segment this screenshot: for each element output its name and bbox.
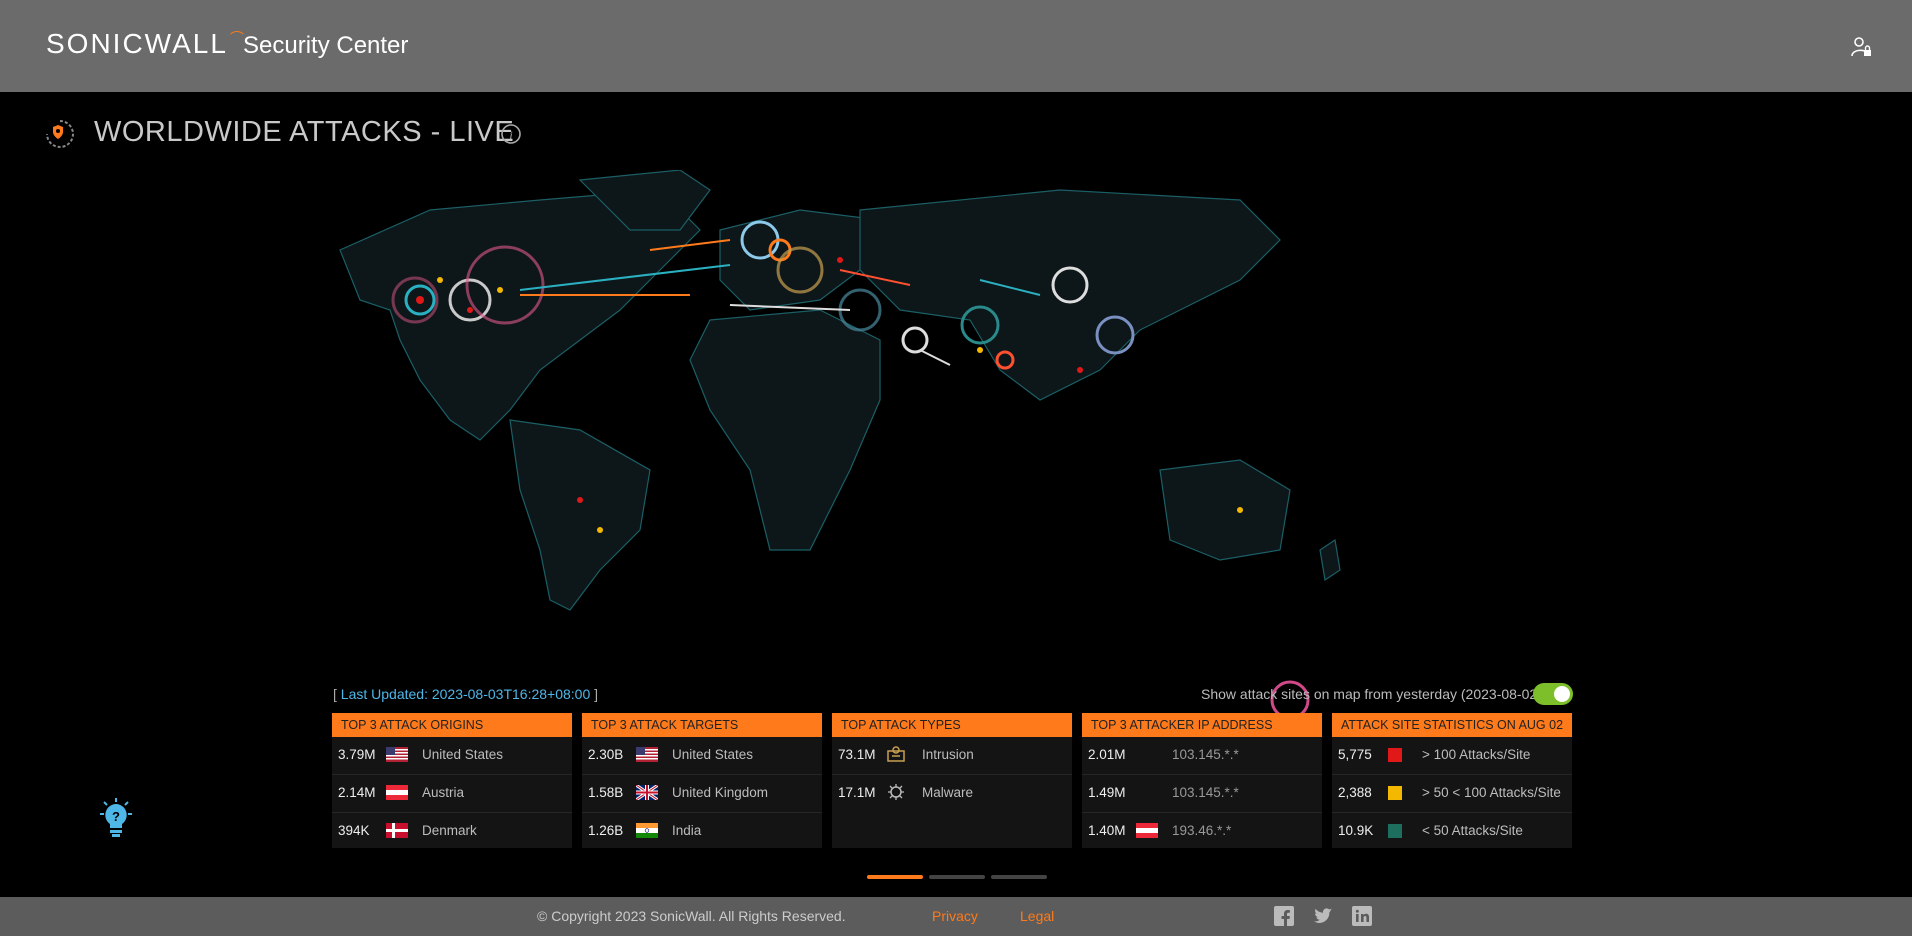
svg-text:?: ? [112,809,120,824]
copyright-text: © Copyright 2023 SonicWall. All Rights R… [537,908,846,924]
panel-title: ATTACK SITE STATISTICS ON AUG 02 [1332,713,1572,737]
list-item[interactable]: 394K Denmark [332,813,572,850]
pager-dot-3[interactable] [991,875,1047,879]
panel-title: TOP ATTACK TYPES [832,713,1072,737]
privacy-link[interactable]: Privacy [932,908,978,924]
list-item[interactable]: 1.49M 103.145.*.* [1082,775,1322,813]
yesterday-sites-toggle[interactable] [1533,683,1573,705]
panel-top-attack-targets: TOP 3 ATTACK TARGETS 2.30B United States… [582,713,822,848]
row-value: 1.58B [588,785,624,800]
row-value: 1.26B [588,823,624,838]
at-flag-icon [386,785,408,800]
in-flag-icon [636,823,658,838]
row-value: 2,388 [1338,785,1372,800]
list-item[interactable]: 2.01M 103.145.*.* [1082,737,1322,775]
last-updated: [ Last Updated: 2023-08-03T16:28+08:00 ] [333,686,599,702]
info-icon[interactable]: i [500,123,522,145]
row-value: 2.01M [1088,747,1126,762]
new-zealand-landmass [1319,538,1341,582]
row-name: Malware [922,785,974,800]
list-item[interactable]: 1.26B India [582,813,822,850]
panel-title: TOP 3 ATTACK ORIGINS [332,713,572,737]
toggle-knob [1554,686,1570,702]
dk-flag-icon [386,823,408,838]
us-flag-icon [386,747,408,762]
row-name: Denmark [422,823,477,838]
legal-link[interactable]: Legal [1020,908,1054,924]
row-name: India [672,823,702,838]
row-value: 1.40M [1088,823,1126,838]
brand-text: SONICWALL [46,28,228,59]
asia-landmass [859,189,1281,401]
twitter-icon[interactable] [1313,906,1333,926]
row-value: 394K [338,823,370,838]
europe-landmass [719,209,881,311]
list-item[interactable]: 1.58B United Kingdom [582,775,822,813]
panel-attack-site-statistics: ATTACK SITE STATISTICS ON AUG 02 5,775 >… [1332,713,1572,848]
list-item: 5,775 > 100 Attacks/Site [1332,737,1572,775]
malware-icon [888,784,904,800]
panel-top-attack-types: TOP ATTACK TYPES 73.1M Intrusion 17.1M M… [832,713,1072,848]
row-name: United States [422,747,504,762]
page-title: WORLDWIDE ATTACKS - LIVE [94,116,515,148]
yesterday-toggle-label: Show attack sites on map from yesterday … [1201,686,1542,702]
list-item[interactable]: 2.14M Austria [332,775,572,813]
linkedin-icon[interactable] [1352,906,1372,926]
continents [339,170,1341,611]
row-ip: 103.145.*.* [1172,785,1239,800]
australia-landmass [1159,459,1291,561]
list-item[interactable]: 3.79M United States [332,737,572,775]
footer: © Copyright 2023 SonicWall. All Rights R… [0,897,1912,936]
panel-top-attack-origins: TOP 3 ATTACK ORIGINS 3.79M United States… [332,713,572,848]
pager-dot-1[interactable] [867,875,923,879]
row-value: 3.79M [338,747,376,762]
pager-dot-2[interactable] [929,875,985,879]
row-value: 1.49M [1088,785,1126,800]
gb-flag-icon [636,785,658,800]
user-account-icon[interactable] [1850,36,1872,58]
facebook-icon[interactable] [1274,906,1294,926]
list-item[interactable]: 73.1M Intrusion [832,737,1072,775]
row-name: United States [672,747,754,762]
row-label: < 50 Attacks/Site [1422,823,1523,838]
row-label: > 100 Attacks/Site [1422,747,1531,762]
row-ip: 103.145.*.* [1172,747,1239,762]
africa-landmass [689,309,881,551]
row-value: 17.1M [838,785,876,800]
row-name: Intrusion [922,747,974,762]
help-lightbulb-icon[interactable]: ? [94,796,138,840]
us-flag-icon [636,747,658,762]
list-item[interactable]: 17.1M Malware [832,775,1072,812]
intrusion-icon [887,746,905,762]
row-name: United Kingdom [672,785,769,800]
list-item[interactable]: 1.40M 193.46.*.* [1082,813,1322,850]
world-attack-map[interactable] [280,170,1620,730]
south-america-landmass [509,419,651,611]
panel-top-attacker-ips: TOP 3 ATTACKER IP ADDRESS 2.01M 103.145.… [1082,713,1322,848]
last-updated-text: Last Updated: 2023-08-03T16:28+08:00 [340,686,591,702]
product-name: Security Center [243,32,409,59]
row-value: 73.1M [838,747,876,762]
list-item[interactable]: 2.30B United States [582,737,822,775]
row-label: > 50 < 100 Attacks/Site [1422,785,1561,800]
row-value: 2.14M [338,785,376,800]
row-ip: 193.46.*.* [1172,823,1232,838]
row-value: 2.30B [588,747,624,762]
at-flag-icon [1136,823,1158,838]
list-item: 2,388 > 50 < 100 Attacks/Site [1332,775,1572,813]
row-value: 10.9K [1338,823,1374,838]
yellow-legend-swatch [1388,786,1402,800]
teal-legend-swatch [1388,824,1402,838]
list-item: 10.9K < 50 Attacks/Site [1332,813,1572,850]
row-name: Austria [422,785,465,800]
panel-title: TOP 3 ATTACKER IP ADDRESS [1082,713,1322,737]
top-header: SONICWALL ⌒ Security Center [0,0,1912,92]
sonicwall-logo[interactable]: SONICWALL ⌒ [46,28,246,60]
panel-title: TOP 3 ATTACK TARGETS [582,713,822,737]
shield-radar-icon [46,120,74,148]
row-value: 5,775 [1338,747,1372,762]
svg-text:i: i [509,128,512,142]
red-legend-swatch [1388,748,1402,762]
